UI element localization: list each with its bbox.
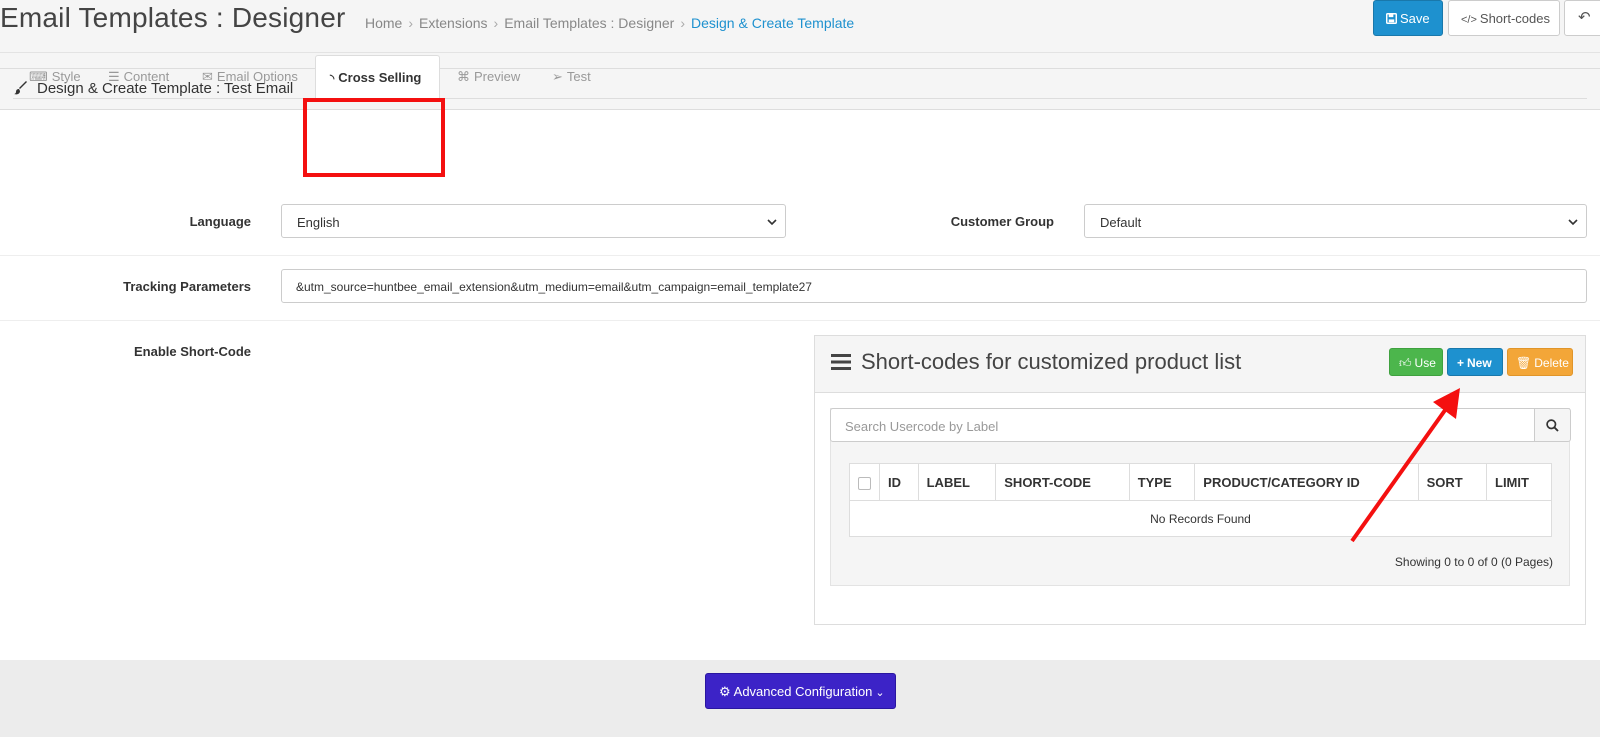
shortcode-label: Enable Short-Code (133, 344, 251, 359)
tracking-input[interactable]: &utm_source=huntbee_email_extension&utm_… (281, 269, 1587, 303)
new-label: New (1467, 356, 1492, 370)
tab-bar: ⌨ Style ☰ Content ✉ Email Options ◝ Cross Se… (13, 55, 1587, 99)
tab-email-options-label: Email Options (216, 69, 298, 84)
save-label: Save (1400, 11, 1430, 26)
column-header[interactable]: TYPE (1128, 463, 1196, 501)
tab-email-options[interactable]: ✉ Email Options (202, 55, 298, 97)
double-chevron-down-icon: ⌄ (875, 687, 885, 699)
annotation-highlight-box (303, 98, 445, 177)
column-header[interactable]: PRODUCT/CATEGORY ID (1194, 463, 1419, 501)
keyboard-icon: ⌨ (29, 69, 48, 84)
pagination-summary: Showing 0 to 0 of 0 (0 Pages) (1394, 555, 1553, 569)
page-header: Email Templates : Designer Home › Extensio… (0, 0, 1600, 53)
delete-button[interactable]: 🗑︎ Delete (1507, 348, 1573, 376)
shortcodes-panel-title: Short-codes for customized product list (861, 349, 1242, 374)
search-icon (1546, 419, 1559, 432)
customer-group-value: Default (1100, 215, 1142, 230)
chevron-down-icon (767, 219, 777, 226)
column-header[interactable]: SORT (1417, 463, 1488, 501)
use-label: Use (1414, 356, 1436, 370)
page-title: Email Templates : Designer (0, 2, 346, 33)
list-alt-icon: ☰ (108, 69, 120, 84)
customer-group-label: Customer Group (950, 214, 1054, 229)
empty-message: No Records Found (849, 500, 1552, 537)
usercode-search-input[interactable]: Search Usercode by Label (830, 408, 1535, 442)
breadcrumb: Home › Extensions › Email Templates : Design… (365, 15, 855, 31)
rss-icon: ◝ (330, 73, 335, 85)
language-select[interactable]: English (281, 204, 786, 238)
code-icon: </> (1461, 14, 1477, 26)
search-button[interactable] (1534, 408, 1571, 442)
tab-cross-selling-label: Cross Selling (338, 70, 422, 85)
table-header-row: ID LABEL SHORT-CODE TYPE PRODUCT/CATEGOR… (849, 463, 1552, 501)
shortcodes-panel-heading: Short-codes for customized product list … (815, 336, 1585, 393)
language-value: English (297, 215, 340, 230)
chevron-down-icon (1568, 219, 1578, 226)
save-icon (1386, 13, 1397, 24)
row-divider (0, 320, 1600, 321)
envelope-icon: ✉ (202, 69, 213, 84)
binoculars-icon: ⌘ (457, 69, 470, 84)
back-button[interactable]: ↶ (1564, 0, 1600, 36)
breadcrumb-designer[interactable]: Email Templates : Designer (504, 15, 674, 31)
delete-label: Delete (1534, 356, 1569, 370)
language-label: Language (189, 214, 251, 229)
tab-preview-label: Preview (474, 69, 521, 84)
select-all-checkbox-cell[interactable] (849, 463, 880, 501)
tracking-label: Tracking Parameters (123, 279, 251, 294)
tab-style-label: Style (51, 69, 81, 84)
column-header[interactable]: LABEL (917, 463, 997, 501)
tab-cross-selling[interactable]: ◝ Cross Selling (315, 55, 440, 99)
new-button[interactable]: + New (1447, 348, 1503, 376)
select-all-checkbox[interactable] (858, 476, 871, 490)
reply-icon: ↶ (1578, 9, 1591, 26)
column-header[interactable]: LIMIT (1486, 463, 1552, 501)
save-button[interactable]: Save (1373, 0, 1443, 36)
advanced-configuration-button[interactable]: ⚙ Advanced Configuration ⌄ (705, 673, 896, 709)
shortcodes-panel: Short-codes for customized product list … (814, 335, 1586, 625)
paper-plane-icon: ➢ (552, 69, 563, 84)
trash-icon: 🗑︎ (1516, 356, 1532, 370)
plus-icon: + (1457, 356, 1465, 370)
tab-style[interactable]: ⌨ Style (29, 55, 81, 97)
column-header[interactable]: ID (879, 463, 919, 501)
advanced-label: Advanced Configuration (733, 684, 873, 699)
shortcodes-button[interactable]: </> Short-codes (1448, 0, 1560, 36)
use-button[interactable]: 👍︎ Use (1389, 348, 1443, 376)
shortcodes-table: ID LABEL SHORT-CODE TYPE PRODUCT/CATEGOR… (849, 463, 1552, 537)
table-row: No Records Found (849, 500, 1552, 537)
tab-test[interactable]: ➢ Test (552, 55, 591, 97)
breadcrumb-extensions[interactable]: Extensions (419, 15, 487, 31)
tab-preview[interactable]: ⌘ Preview (457, 55, 520, 97)
breadcrumb-home[interactable]: Home (365, 15, 402, 31)
tab-content-label: Content (123, 69, 170, 84)
thumbs-up-icon: 👍︎ (1399, 356, 1412, 370)
shortcodes-label: Short-codes (1479, 11, 1550, 26)
cogs-icon: ⚙ (719, 684, 731, 699)
column-header[interactable]: SHORT-CODE (995, 463, 1130, 501)
bars-icon (831, 354, 851, 370)
tab-test-label: Test (566, 69, 591, 84)
customer-group-select[interactable]: Default (1084, 204, 1587, 238)
tab-content[interactable]: ☰ Content (108, 55, 169, 97)
row-divider (0, 255, 1600, 256)
breadcrumb-current[interactable]: Design & Create Template (691, 15, 854, 31)
